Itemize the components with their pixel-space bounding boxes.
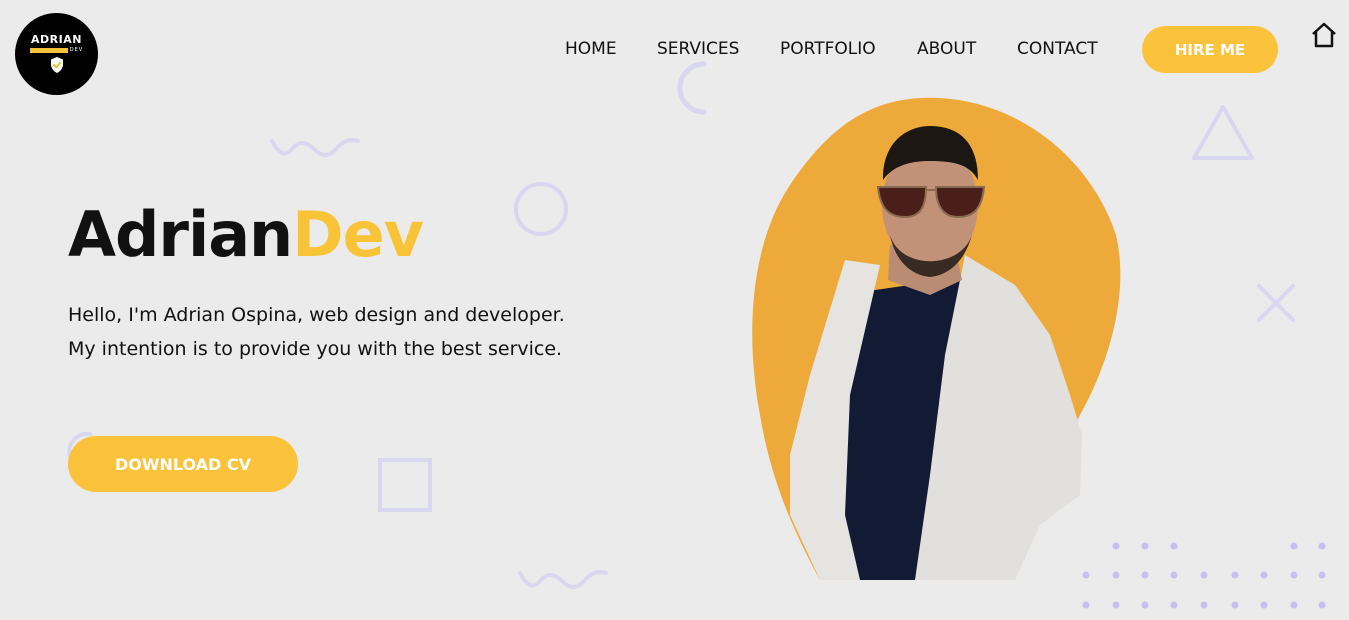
circle-decoration: [514, 182, 568, 236]
nav-portfolio[interactable]: PORTFOLIO: [780, 39, 876, 59]
hero-description: Hello, I'm Adrian Ospina, web design and…: [68, 304, 565, 360]
hero-title-main: Adrian: [68, 198, 293, 271]
hire-me-button[interactable]: HIRE ME: [1142, 26, 1278, 73]
home-icon[interactable]: [1310, 21, 1338, 49]
logo-subtext: DEV: [69, 47, 84, 53]
nav-contact[interactable]: CONTACT: [1017, 39, 1098, 59]
nav-home[interactable]: HOME: [565, 39, 617, 59]
nav-about[interactable]: ABOUT: [917, 39, 976, 59]
arc-decoration: [677, 61, 707, 115]
logo-bar: [29, 47, 68, 53]
squiggle-decoration-bottom: [518, 570, 608, 589]
download-cv-button[interactable]: DOWNLOAD CV: [68, 436, 298, 492]
triangle-decoration: [1192, 105, 1254, 160]
shield-check-icon: [50, 57, 63, 73]
logo-text: ADRIAN: [31, 33, 82, 46]
nav-services[interactable]: SERVICES: [657, 39, 739, 59]
profile-portrait: [752, 97, 1121, 580]
squiggle-decoration: [270, 138, 360, 157]
site-logo[interactable]: ADRIAN DEV: [15, 13, 98, 95]
hero-title: AdrianDev: [68, 198, 424, 271]
hero-title-accent: Dev: [292, 198, 424, 271]
cross-decoration: [1257, 284, 1295, 322]
square-decoration: [378, 458, 432, 512]
